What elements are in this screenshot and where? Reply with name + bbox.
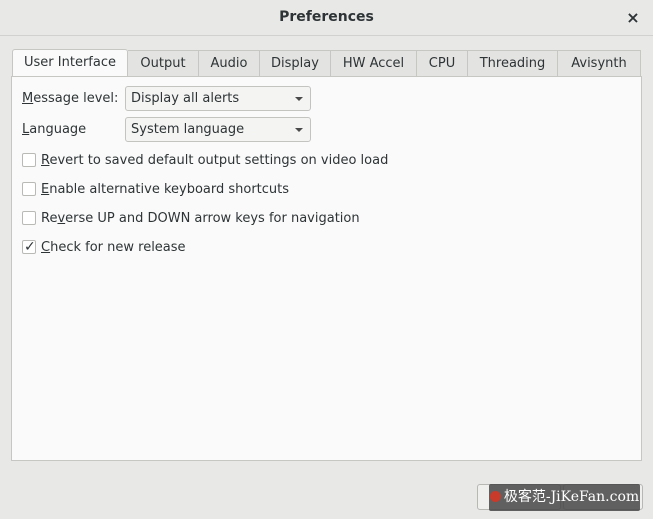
tab-threading[interactable]: Threading xyxy=(468,50,558,77)
message-level-dropdown[interactable]: Display all alerts xyxy=(125,86,311,111)
window-title: Preferences xyxy=(279,9,374,25)
tab-user-interface[interactable]: User Interface xyxy=(12,49,128,77)
checkbox-box[interactable] xyxy=(22,182,36,196)
tab-avisynth[interactable]: Avisynth xyxy=(558,50,641,77)
checkbox-label: Check for new release xyxy=(41,239,186,255)
tab-cpu[interactable]: CPU xyxy=(417,50,468,77)
checkbox-box[interactable]: ✓ xyxy=(22,239,36,255)
tab-display[interactable]: Display xyxy=(260,50,331,77)
titlebar: Preferences × xyxy=(0,0,653,36)
checkbox-label: Reverse UP and DOWN arrow keys for navig… xyxy=(41,210,360,226)
user-interface-panel: Message level: Display all alerts Langua… xyxy=(11,76,642,461)
tab-audio[interactable]: Audio xyxy=(199,50,260,77)
checkbox-label: Revert to saved default output settings … xyxy=(41,152,389,168)
preferences-window: Preferences × User Interface Output Audi… xyxy=(0,0,653,519)
checkbox-box[interactable] xyxy=(22,211,36,225)
chevron-down-icon xyxy=(295,128,303,132)
language-label: Language xyxy=(22,122,87,137)
watermark-logo-icon xyxy=(489,491,501,502)
chevron-down-icon xyxy=(295,97,303,101)
message-level-value: Display all alerts xyxy=(131,91,240,106)
watermark-overlay: 极客范-JiKeFan.com xyxy=(489,484,640,511)
checkmark-icon: ✓ xyxy=(24,239,36,255)
alternative-shortcuts-checkbox[interactable]: Enable alternative keyboard shortcuts xyxy=(22,180,289,198)
tab-bar: User Interface Output Audio Display HW A… xyxy=(12,49,641,77)
revert-output-settings-checkbox[interactable]: Revert to saved default output settings … xyxy=(22,151,388,169)
tab-hw-accel[interactable]: HW Accel xyxy=(331,50,417,77)
check-new-release-checkbox[interactable]: ✓ Check for new release xyxy=(22,238,186,256)
checkbox-box[interactable] xyxy=(22,153,36,167)
close-icon: × xyxy=(626,8,640,27)
message-level-label: Message level: xyxy=(22,91,119,106)
reverse-arrow-keys-checkbox[interactable]: Reverse UP and DOWN arrow keys for navig… xyxy=(22,209,360,227)
tab-output[interactable]: Output xyxy=(128,50,199,77)
language-dropdown[interactable]: System language xyxy=(125,117,311,142)
checkbox-label: Enable alternative keyboard shortcuts xyxy=(41,181,290,197)
close-button[interactable]: × xyxy=(623,8,643,28)
language-value: System language xyxy=(131,122,245,137)
